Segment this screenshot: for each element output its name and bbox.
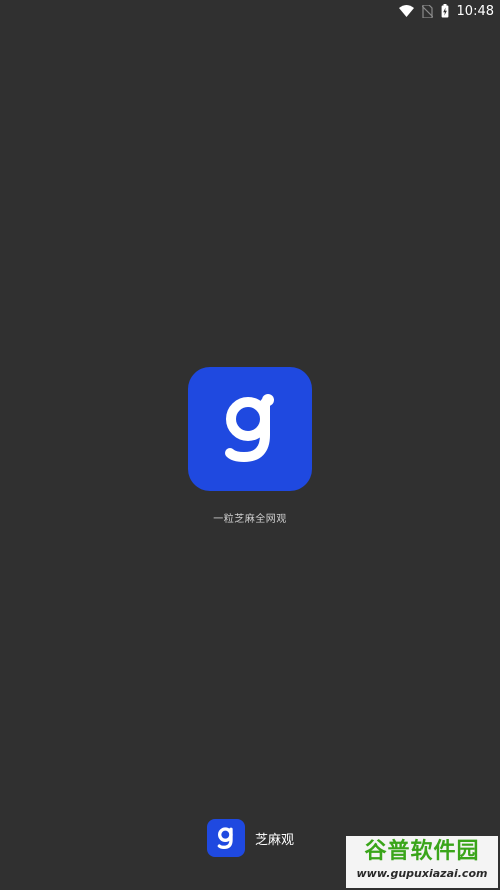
watermark-title: 谷普软件园 xyxy=(364,839,480,864)
bottom-brand: 芝麻观 xyxy=(207,818,294,858)
watermark-url: www.gupuxiazai.com xyxy=(356,867,488,880)
status-time: 10:48 xyxy=(456,3,494,19)
app-logo xyxy=(188,367,312,491)
app-logo-g-small-icon xyxy=(216,826,236,850)
app-name: 芝麻观 xyxy=(255,832,295,848)
wifi-icon xyxy=(398,5,414,17)
battery-charging-icon xyxy=(441,4,449,18)
tagline: 一粒芝麻全网观 xyxy=(213,514,287,525)
status-bar: 10:48 xyxy=(0,0,500,22)
no-sim-icon xyxy=(421,4,433,18)
watermark: 谷普软件园 www.gupuxiazai.com xyxy=(346,836,498,888)
status-icons: 10:48 xyxy=(398,2,494,20)
app-logo-g-icon xyxy=(220,393,280,465)
app-logo-small xyxy=(207,819,245,857)
